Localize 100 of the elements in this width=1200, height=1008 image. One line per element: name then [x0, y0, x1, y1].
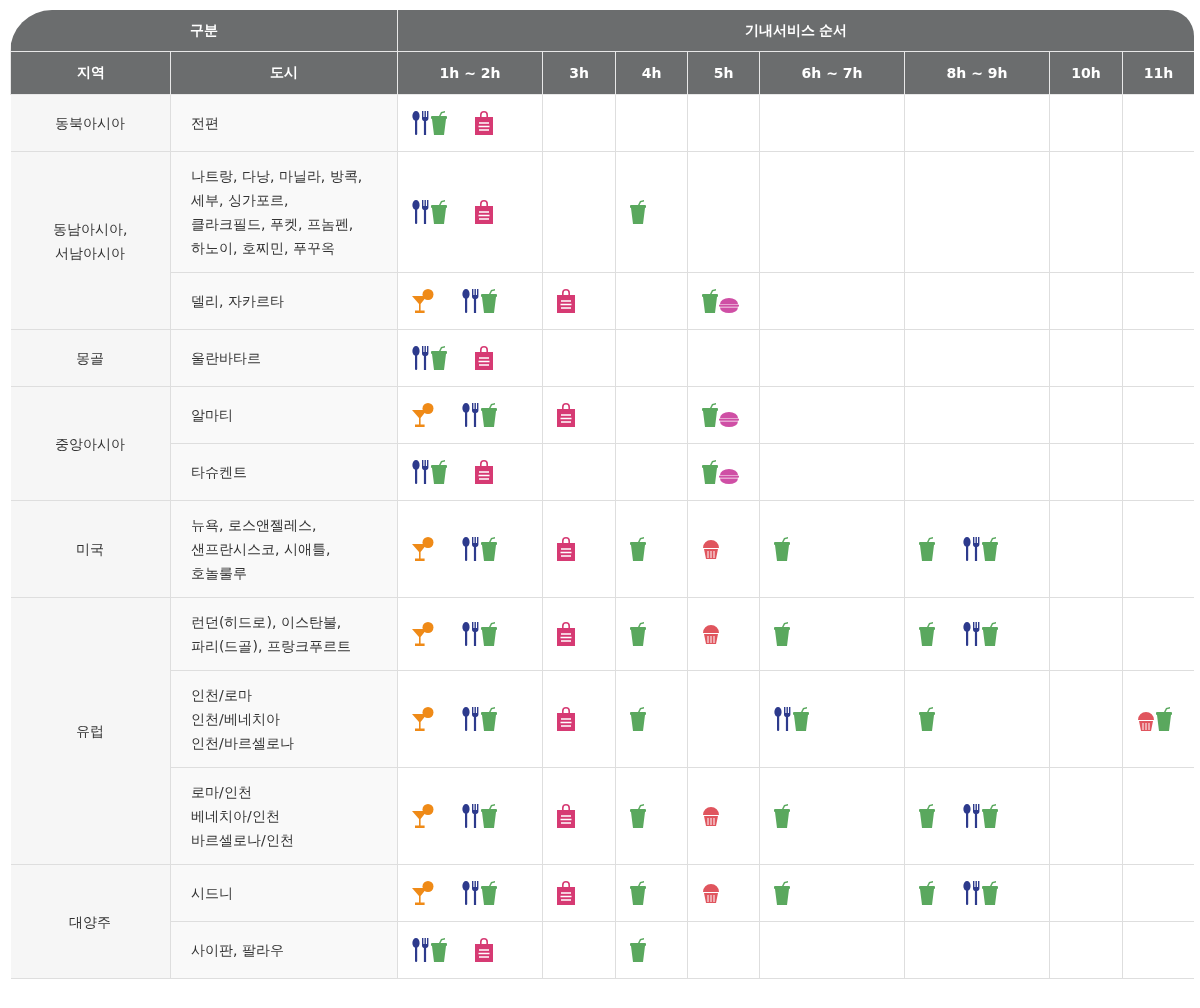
cup-icon [481, 804, 497, 828]
cup-icon [481, 537, 497, 561]
city-cell: 뉴욕, 로스앤젤레스, 샌프란시스코, 시애틀, 호놀룰루 [170, 500, 398, 598]
city-cell: 인천/로마 인천/베네치아 인천/바르셀로나 [170, 670, 398, 768]
spoon-fork-icon [462, 537, 480, 561]
cup-icon [982, 537, 998, 561]
cup-icon [702, 403, 718, 427]
table-cell [1122, 443, 1194, 501]
city-cell: 전편 [170, 94, 398, 152]
cupcake-icon [702, 624, 720, 644]
macaron-icon [719, 411, 739, 427]
column-header: 4h [615, 51, 688, 95]
region-cell: 몽골 [10, 329, 171, 387]
cup-icon [630, 804, 646, 828]
column-header: 1h ~ 2h [397, 51, 543, 95]
region-cell: 중앙아시아 [10, 386, 171, 501]
spoon-fork-icon [462, 881, 480, 905]
table-cell [1122, 386, 1194, 444]
region-cell: 유럽 [10, 597, 171, 865]
spoon-fork-icon [963, 804, 981, 828]
shopping-bag-icon [475, 460, 493, 484]
table-cell [1122, 329, 1194, 387]
cup-icon [919, 707, 935, 731]
column-header: 6h ~ 7h [759, 51, 905, 95]
cup-icon [982, 804, 998, 828]
cocktail-icon [412, 881, 434, 905]
city-cell: 울란바타르 [170, 329, 398, 387]
cupcake-icon [702, 883, 720, 903]
cocktail-icon [412, 804, 434, 828]
cup-icon [630, 938, 646, 962]
column-header: 도시 [170, 51, 398, 95]
city-cell: 런던(히드로), 이스탄불, 파리(드골), 프랑크푸르트 [170, 597, 398, 671]
city-cell: 사이판, 팔라우 [170, 921, 398, 979]
region-cell: 미국 [10, 500, 171, 598]
column-header: 5h [687, 51, 760, 95]
cupcake-icon [702, 539, 720, 559]
cupcake-icon [1137, 711, 1155, 731]
city-cell: 로마/인천 베네치아/인천 바르셀로나/인천 [170, 767, 398, 865]
shopping-bag-icon [475, 200, 493, 224]
spoon-fork-icon [963, 537, 981, 561]
cup-icon [793, 707, 809, 731]
cup-icon [774, 622, 790, 646]
spoon-fork-icon [462, 403, 480, 427]
cup-icon [774, 881, 790, 905]
table-cell [1122, 272, 1194, 330]
cup-icon [481, 707, 497, 731]
cup-icon [774, 537, 790, 561]
table-cell [1122, 921, 1194, 979]
shopping-bag-icon [557, 622, 575, 646]
cup-icon [630, 537, 646, 561]
city-cell: 타슈켄트 [170, 443, 398, 501]
cocktail-icon [412, 403, 434, 427]
cup-icon [630, 881, 646, 905]
region-cell: 동북아시아 [10, 94, 171, 152]
macaron-icon [719, 468, 739, 484]
spoon-fork-icon [462, 707, 480, 731]
spoon-fork-icon [462, 289, 480, 313]
spoon-fork-icon [412, 346, 430, 370]
city-cell: 나트랑, 다낭, 마닐라, 방콕, 세부, 싱가포르, 클라크필드, 푸켓, 프놈펜, 하노이, 호찌민, 푸꾸옥 [170, 151, 398, 273]
table-cell [1122, 864, 1194, 922]
column-header: 8h ~ 9h [904, 51, 1050, 95]
shopping-bag-icon [475, 938, 493, 962]
cocktail-icon [412, 622, 434, 646]
spoon-fork-icon [963, 622, 981, 646]
cocktail-icon [412, 707, 434, 731]
cup-icon [919, 622, 935, 646]
cup-icon [919, 537, 935, 561]
cup-icon [1156, 707, 1172, 731]
cup-icon [481, 403, 497, 427]
column-header: 지역 [10, 51, 171, 95]
cocktail-icon [412, 289, 434, 313]
spoon-fork-icon [412, 111, 430, 135]
macaron-icon [719, 297, 739, 313]
cup-icon [919, 804, 935, 828]
cupcake-icon [702, 806, 720, 826]
spoon-fork-icon [412, 938, 430, 962]
cup-icon [919, 881, 935, 905]
cup-icon [431, 938, 447, 962]
shopping-bag-icon [557, 289, 575, 313]
spoon-fork-icon [412, 200, 430, 224]
shopping-bag-icon [557, 881, 575, 905]
cup-icon [630, 622, 646, 646]
cup-icon [774, 804, 790, 828]
shopping-bag-icon [557, 537, 575, 561]
spoon-fork-icon [963, 881, 981, 905]
cup-icon [982, 622, 998, 646]
cup-icon [431, 200, 447, 224]
cocktail-icon [412, 537, 434, 561]
column-header: 기내서비스 순서 [397, 10, 1194, 52]
column-header: 11h [1122, 51, 1194, 95]
cup-icon [481, 881, 497, 905]
spoon-fork-icon [412, 460, 430, 484]
spoon-fork-icon [462, 804, 480, 828]
city-cell: 알마티 [170, 386, 398, 444]
spoon-fork-icon [462, 622, 480, 646]
shopping-bag-icon [557, 707, 575, 731]
shopping-bag-icon [475, 111, 493, 135]
city-cell: 시드니 [170, 864, 398, 922]
cup-icon [431, 346, 447, 370]
region-cell: 대양주 [10, 864, 171, 979]
